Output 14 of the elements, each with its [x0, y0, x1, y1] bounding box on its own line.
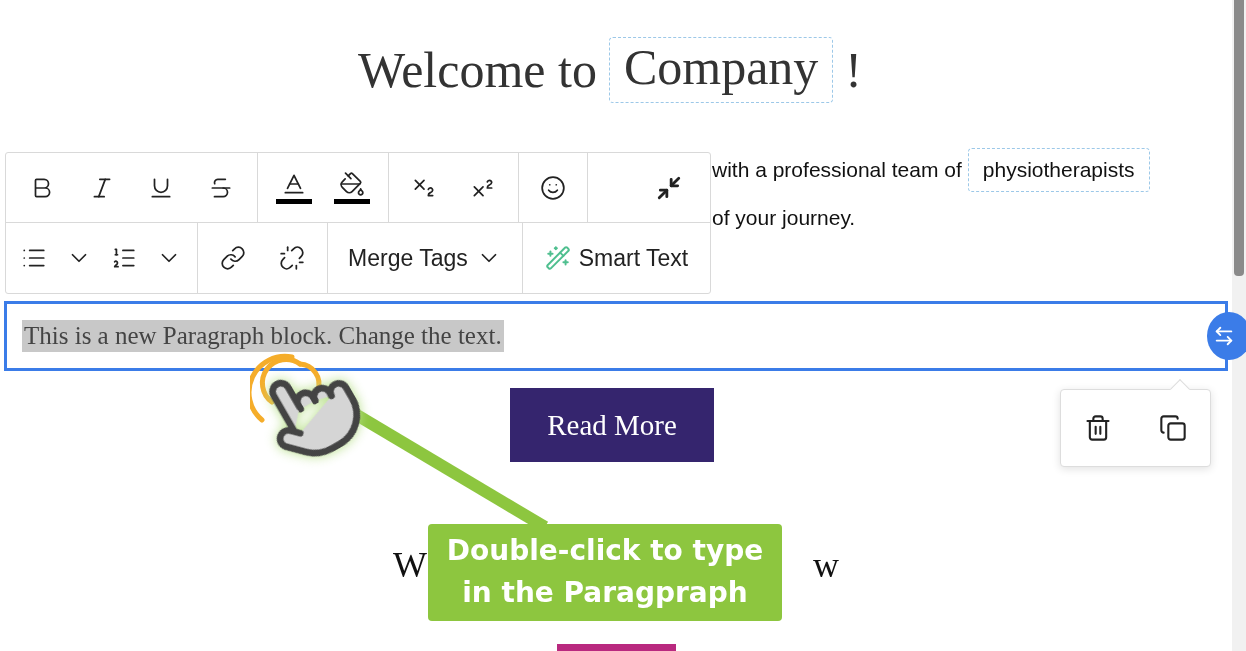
paragraph-text: of your journey. — [712, 206, 856, 230]
read-more-button[interactable]: Read More — [510, 388, 714, 462]
smart-text-button[interactable]: Smart Text — [538, 238, 695, 278]
heading-text: w — [813, 544, 839, 586]
selected-text: This is a new Paragraph block. Change the text. — [22, 320, 504, 352]
paragraph-text: with a professional team of — [712, 158, 962, 182]
callout-label: Double-click to type in the Paragpraph — [428, 524, 782, 621]
merge-tag: Company — [608, 37, 834, 103]
title-punctuation: ! — [845, 41, 862, 99]
merge-tags-dropdown[interactable]: Merge Tags — [342, 238, 508, 278]
merge-tag: physiotherapists — [967, 148, 1150, 192]
heading-text: W — [393, 544, 427, 586]
title-text: Welcome to — [357, 41, 597, 99]
paragraph-block[interactable]: This is a new Paragraph block. Change the text. — [4, 301, 1228, 371]
